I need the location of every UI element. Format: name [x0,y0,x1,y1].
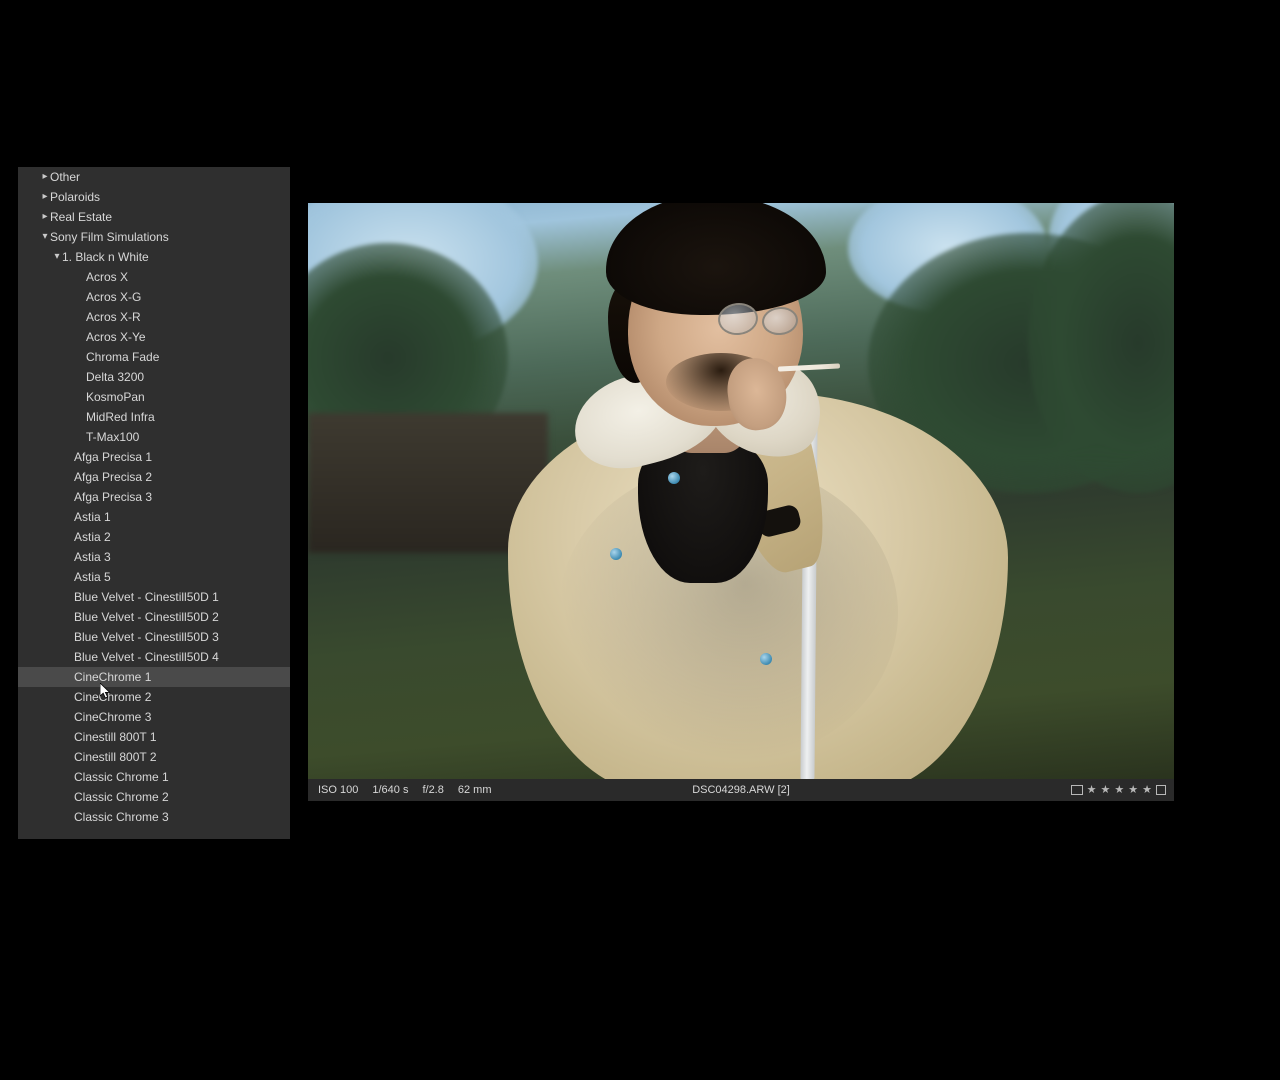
preset-item-label: Astia 3 [74,547,290,567]
preset-item[interactable]: Afga Precisa 3 [18,487,290,507]
chevron-down-icon[interactable]: ▾ [52,247,62,267]
preset-item-label: CineChrome 1 [74,667,290,687]
preset-item[interactable]: Chroma Fade [18,347,290,367]
chevron-right-icon[interactable]: ▸ [40,187,50,207]
chevron-right-icon[interactable]: ▸ [40,167,50,187]
preset-item-label: KosmoPan [86,387,290,407]
group-black-n-white[interactable]: ▾1. Black n White [18,247,290,267]
preset-item-label: CineChrome 2 [74,687,290,707]
preset-item-label: Astia 1 [74,507,290,527]
preset-item-label: Acros X-Ye [86,327,290,347]
preset-item[interactable]: Blue Velvet - Cinestill50D 3 [18,627,290,647]
info-iso: ISO 100 [318,784,358,796]
info-aperture: f/2.8 [422,784,443,796]
preset-item[interactable]: Astia 3 [18,547,290,567]
folder-real-estate[interactable]: ▸Real Estate [18,207,290,227]
preset-item-label: Classic Chrome 1 [74,767,290,787]
rating-star-icon[interactable]: ★ [1128,785,1138,796]
preset-item-label: Astia 2 [74,527,290,547]
preset-item[interactable]: Acros X [18,267,290,287]
preset-item-label: Acros X-R [86,307,290,327]
folder-sony-film-simulations[interactable]: ▾Sony Film Simulations [18,227,290,247]
rating-star-icon[interactable]: ★ [1101,785,1111,796]
preset-item[interactable]: Astia 1 [18,507,290,527]
preset-item-label: Acros X-G [86,287,290,307]
preset-item-label: Acros X [86,267,290,287]
folder-other[interactable]: ▸Other [18,167,290,187]
chevron-down-icon[interactable]: ▾ [40,227,50,247]
preset-item[interactable]: Astia 2 [18,527,290,547]
info-shutter: 1/640 s [372,784,408,796]
preset-item-label: CineChrome 3 [74,707,290,727]
preset-item-label: Chroma Fade [86,347,290,367]
preset-item[interactable]: CineChrome 1 [18,667,290,687]
preset-item[interactable]: MidRed Infra [18,407,290,427]
folder-sony-film-simulations-label: Sony Film Simulations [50,227,290,247]
rating-star-icon[interactable]: ★ [1142,785,1152,796]
preset-item[interactable]: Afga Precisa 2 [18,467,290,487]
preset-item-label: Cinestill 800T 2 [74,747,290,767]
preset-item[interactable]: Cinestill 800T 2 [18,747,290,767]
preset-item-label: Blue Velvet - Cinestill50D 1 [74,587,290,607]
preset-item-label: Blue Velvet - Cinestill50D 4 [74,647,290,667]
preset-item-label: Blue Velvet - Cinestill50D 2 [74,607,290,627]
rating-star-icon[interactable]: ★ [1087,785,1097,796]
preset-item-label: Blue Velvet - Cinestill50D 3 [74,627,290,647]
preset-item-label: Cinestill 800T 1 [74,727,290,747]
preset-item[interactable]: Classic Chrome 1 [18,767,290,787]
preset-item[interactable]: Astia 5 [18,567,290,587]
preset-item-label: Classic Chrome 2 [74,787,290,807]
preset-item[interactable]: Acros X-Ye [18,327,290,347]
group-black-n-white-label: 1. Black n White [62,247,290,267]
folder-polaroids[interactable]: ▸Polaroids [18,187,290,207]
app-stage: ▸Other▸Polaroids▸Real Estate▾Sony Film S… [18,167,1176,839]
preset-item-label: MidRed Infra [86,407,290,427]
preset-sidebar[interactable]: ▸Other▸Polaroids▸Real Estate▾Sony Film S… [18,167,290,839]
preset-item[interactable]: Acros X-R [18,307,290,327]
image-preview[interactable] [308,203,1174,779]
preset-item-label: Delta 3200 [86,367,290,387]
preset-item-label: Afga Precisa 2 [74,467,290,487]
preset-item[interactable]: Blue Velvet - Cinestill50D 2 [18,607,290,627]
preset-item[interactable]: Blue Velvet - Cinestill50D 4 [18,647,290,667]
preset-item[interactable]: CineChrome 3 [18,707,290,727]
preset-item-label: Classic Chrome 3 [74,807,290,827]
rating-star-icon[interactable]: ★ [1114,785,1124,796]
preset-item[interactable]: Afga Precisa 1 [18,447,290,467]
preset-item-label: Astia 5 [74,567,290,587]
preset-item[interactable]: Acros X-G [18,287,290,307]
image-info-bar: ISO 100 1/640 s f/2.8 62 mm DSC04298.ARW… [308,779,1174,801]
info-focal: 62 mm [458,784,492,796]
preset-item[interactable]: Blue Velvet - Cinestill50D 1 [18,587,290,607]
preset-item[interactable]: Classic Chrome 2 [18,787,290,807]
preset-item-label: Afga Precisa 3 [74,487,290,507]
preset-item[interactable]: Classic Chrome 3 [18,807,290,827]
preset-item[interactable]: T-Max100 [18,427,290,447]
preset-item[interactable]: KosmoPan [18,387,290,407]
preset-item-label: Afga Precisa 1 [74,447,290,467]
folder-polaroids-label: Polaroids [50,187,290,207]
folder-real-estate-label: Real Estate [50,207,290,227]
color-label-icon[interactable] [1156,785,1166,795]
preset-item[interactable]: CineChrome 2 [18,687,290,707]
preset-item-label: T-Max100 [86,427,290,447]
preset-item[interactable]: Delta 3200 [18,367,290,387]
info-filename: DSC04298.ARW [2] [692,784,790,796]
chevron-right-icon[interactable]: ▸ [40,207,50,227]
folder-other-label: Other [50,167,290,187]
flag-icon[interactable] [1071,785,1083,795]
preset-item[interactable]: Cinestill 800T 1 [18,727,290,747]
